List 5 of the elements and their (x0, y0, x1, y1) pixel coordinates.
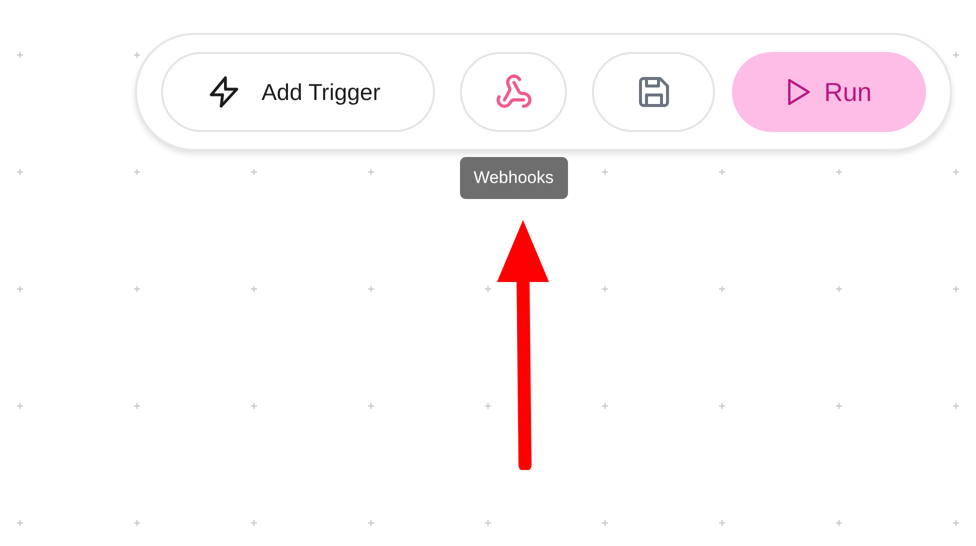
run-button[interactable]: Run (732, 52, 926, 132)
webhook-icon (494, 73, 533, 111)
play-icon (786, 78, 812, 106)
add-trigger-button[interactable]: Add Trigger (161, 52, 435, 132)
tooltip: Webhooks (460, 157, 568, 199)
